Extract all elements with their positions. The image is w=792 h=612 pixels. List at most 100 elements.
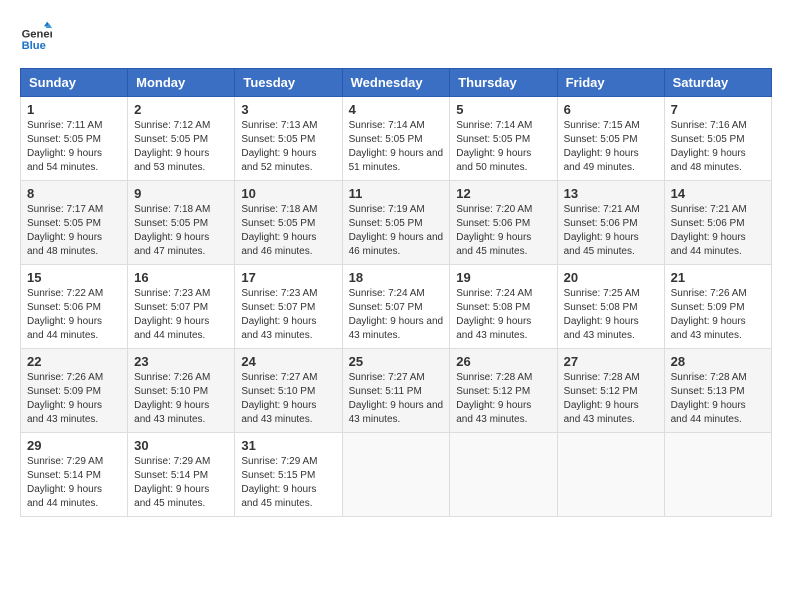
calendar-cell: 7 Sunrise: 7:16 AM Sunset: 5:05 PM Daylig… xyxy=(664,97,771,181)
day-info: Sunrise: 7:29 AM Sunset: 5:14 PM Dayligh… xyxy=(134,455,228,511)
calendar-cell xyxy=(450,433,557,517)
calendar-cell: 31Sunrise: 7:29 AM Sunset: 5:15 PM Dayli… xyxy=(235,433,342,517)
day-info: Sunrise: 7:26 AM Sunset: 5:09 PM Dayligh… xyxy=(27,371,121,427)
day-number: 12 xyxy=(456,186,550,201)
day-number: 7 xyxy=(671,102,765,117)
day-number: 8 xyxy=(27,186,121,201)
day-number: 21 xyxy=(671,270,765,285)
day-number: 13 xyxy=(564,186,658,201)
calendar-cell: 19 Sunrise: 7:24 AM Sunset: 5:08 PM Dayli… xyxy=(450,265,557,349)
calendar-cell: 10 Sunrise: 7:18 AM Sunset: 5:05 PM Dayli… xyxy=(235,181,342,265)
calendar-cell: 1 Sunrise: 7:11 AM Sunset: 5:05 PM Daylig… xyxy=(21,97,128,181)
day-info: Sunrise: 7:24 AM Sunset: 5:07 PM Dayligh… xyxy=(349,287,444,343)
day-info: Sunrise: 7:24 AM Sunset: 5:08 PM Dayligh… xyxy=(456,287,550,343)
calendar-cell: 12 Sunrise: 7:20 AM Sunset: 5:06 PM Dayli… xyxy=(450,181,557,265)
calendar-table: SundayMondayTuesdayWednesdayThursdayFrid… xyxy=(20,68,772,517)
day-number: 10 xyxy=(241,186,335,201)
calendar-cell: 16 Sunrise: 7:23 AM Sunset: 5:07 PM Dayli… xyxy=(128,265,235,349)
calendar-cell xyxy=(664,433,771,517)
calendar-cell: 22Sunrise: 7:26 AM Sunset: 5:09 PM Dayli… xyxy=(21,349,128,433)
day-number: 30 xyxy=(134,438,228,453)
day-number: 29 xyxy=(27,438,121,453)
day-number: 14 xyxy=(671,186,765,201)
calendar-cell: 24 Sunrise: 7:27 AM Sunset: 5:10 PM Dayli… xyxy=(235,349,342,433)
weekday-header-row: SundayMondayTuesdayWednesdayThursdayFrid… xyxy=(21,69,772,97)
weekday-header-saturday: Saturday xyxy=(664,69,771,97)
weekday-header-monday: Monday xyxy=(128,69,235,97)
svg-text:Blue: Blue xyxy=(22,40,46,52)
day-number: 27 xyxy=(564,354,658,369)
calendar-week-1: 1 Sunrise: 7:11 AM Sunset: 5:05 PM Daylig… xyxy=(21,97,772,181)
calendar-week-2: 8 Sunrise: 7:17 AM Sunset: 5:05 PM Daylig… xyxy=(21,181,772,265)
page-header: General Blue xyxy=(20,20,772,52)
day-number: 18 xyxy=(349,270,444,285)
day-number: 2 xyxy=(134,102,228,117)
calendar-cell: 27 Sunrise: 7:28 AM Sunset: 5:12 PM Dayli… xyxy=(557,349,664,433)
day-info: Sunrise: 7:26 AM Sunset: 5:10 PM Dayligh… xyxy=(134,371,228,427)
weekday-header-friday: Friday xyxy=(557,69,664,97)
calendar-cell: 11 Sunrise: 7:19 AM Sunset: 5:05 PM Dayli… xyxy=(342,181,450,265)
day-info: Sunrise: 7:26 AM Sunset: 5:09 PM Dayligh… xyxy=(671,287,765,343)
calendar-cell: 3 Sunrise: 7:13 AM Sunset: 5:05 PM Daylig… xyxy=(235,97,342,181)
day-number: 15 xyxy=(27,270,121,285)
day-info: Sunrise: 7:23 AM Sunset: 5:07 PM Dayligh… xyxy=(134,287,228,343)
calendar-cell xyxy=(557,433,664,517)
day-info: Sunrise: 7:21 AM Sunset: 5:06 PM Dayligh… xyxy=(671,203,765,259)
calendar-cell: 29Sunrise: 7:29 AM Sunset: 5:14 PM Dayli… xyxy=(21,433,128,517)
weekday-header-thursday: Thursday xyxy=(450,69,557,97)
calendar-cell: 6 Sunrise: 7:15 AM Sunset: 5:05 PM Daylig… xyxy=(557,97,664,181)
day-info: Sunrise: 7:14 AM Sunset: 5:05 PM Dayligh… xyxy=(456,119,550,175)
day-info: Sunrise: 7:19 AM Sunset: 5:05 PM Dayligh… xyxy=(349,203,444,259)
day-number: 20 xyxy=(564,270,658,285)
day-number: 1 xyxy=(27,102,121,117)
calendar-cell: 2 Sunrise: 7:12 AM Sunset: 5:05 PM Daylig… xyxy=(128,97,235,181)
calendar-cell: 28Sunrise: 7:28 AM Sunset: 5:13 PM Dayli… xyxy=(664,349,771,433)
calendar-cell: 9Sunrise: 7:18 AM Sunset: 5:05 PM Daylig… xyxy=(128,181,235,265)
day-number: 16 xyxy=(134,270,228,285)
calendar-cell: 20 Sunrise: 7:25 AM Sunset: 5:08 PM Dayli… xyxy=(557,265,664,349)
logo-icon: General Blue xyxy=(20,20,52,52)
calendar-cell: 4Sunrise: 7:14 AM Sunset: 5:05 PM Daylig… xyxy=(342,97,450,181)
day-info: Sunrise: 7:21 AM Sunset: 5:06 PM Dayligh… xyxy=(564,203,658,259)
day-info: Sunrise: 7:25 AM Sunset: 5:08 PM Dayligh… xyxy=(564,287,658,343)
day-number: 11 xyxy=(349,186,444,201)
day-info: Sunrise: 7:12 AM Sunset: 5:05 PM Dayligh… xyxy=(134,119,228,175)
calendar-cell: 8 Sunrise: 7:17 AM Sunset: 5:05 PM Daylig… xyxy=(21,181,128,265)
day-info: Sunrise: 7:13 AM Sunset: 5:05 PM Dayligh… xyxy=(241,119,335,175)
day-number: 26 xyxy=(456,354,550,369)
calendar-cell: 21 Sunrise: 7:26 AM Sunset: 5:09 PM Dayli… xyxy=(664,265,771,349)
day-info: Sunrise: 7:15 AM Sunset: 5:05 PM Dayligh… xyxy=(564,119,658,175)
calendar-cell: 17Sunrise: 7:23 AM Sunset: 5:07 PM Dayli… xyxy=(235,265,342,349)
day-info: Sunrise: 7:27 AM Sunset: 5:10 PM Dayligh… xyxy=(241,371,335,427)
calendar-week-5: 29 Sunrise: 7:29 AM Sunset: 5:14 PM Dayli… xyxy=(21,433,772,517)
day-number: 19 xyxy=(456,270,550,285)
calendar-cell: 30 Sunrise: 7:29 AM Sunset: 5:14 PM Dayli… xyxy=(128,433,235,517)
weekday-header-wednesday: Wednesday xyxy=(342,69,450,97)
day-info: Sunrise: 7:17 AM Sunset: 5:05 PM Dayligh… xyxy=(27,203,121,259)
day-info: Sunrise: 7:16 AM Sunset: 5:05 PM Dayligh… xyxy=(671,119,765,175)
day-info: Sunrise: 7:28 AM Sunset: 5:12 PM Dayligh… xyxy=(564,371,658,427)
day-info: Sunrise: 7:18 AM Sunset: 5:05 PM Dayligh… xyxy=(241,203,335,259)
day-info: Sunrise: 7:28 AM Sunset: 5:13 PM Dayligh… xyxy=(671,371,765,427)
calendar-cell: 25Sunrise: 7:27 AM Sunset: 5:11 PM Dayli… xyxy=(342,349,450,433)
calendar-week-4: 22Sunrise: 7:26 AM Sunset: 5:09 PM Dayli… xyxy=(21,349,772,433)
weekday-header-sunday: Sunday xyxy=(21,69,128,97)
day-info: Sunrise: 7:14 AM Sunset: 5:05 PM Dayligh… xyxy=(349,119,444,175)
day-info: Sunrise: 7:20 AM Sunset: 5:06 PM Dayligh… xyxy=(456,203,550,259)
calendar-cell: 14 Sunrise: 7:21 AM Sunset: 5:06 PM Dayli… xyxy=(664,181,771,265)
calendar-cell: 13 Sunrise: 7:21 AM Sunset: 5:06 PM Dayli… xyxy=(557,181,664,265)
day-number: 24 xyxy=(241,354,335,369)
day-info: Sunrise: 7:11 AM Sunset: 5:05 PM Dayligh… xyxy=(27,119,121,175)
calendar-cell: 23 Sunrise: 7:26 AM Sunset: 5:10 PM Dayli… xyxy=(128,349,235,433)
day-number: 25 xyxy=(349,354,444,369)
day-number: 6 xyxy=(564,102,658,117)
weekday-header-tuesday: Tuesday xyxy=(235,69,342,97)
day-number: 3 xyxy=(241,102,335,117)
calendar-cell: 5Sunrise: 7:14 AM Sunset: 5:05 PM Daylig… xyxy=(450,97,557,181)
logo: General Blue xyxy=(20,20,56,52)
day-info: Sunrise: 7:18 AM Sunset: 5:05 PM Dayligh… xyxy=(134,203,228,259)
day-number: 23 xyxy=(134,354,228,369)
svg-text:General: General xyxy=(22,29,52,41)
day-info: Sunrise: 7:23 AM Sunset: 5:07 PM Dayligh… xyxy=(241,287,335,343)
day-info: Sunrise: 7:29 AM Sunset: 5:15 PM Dayligh… xyxy=(241,455,335,511)
